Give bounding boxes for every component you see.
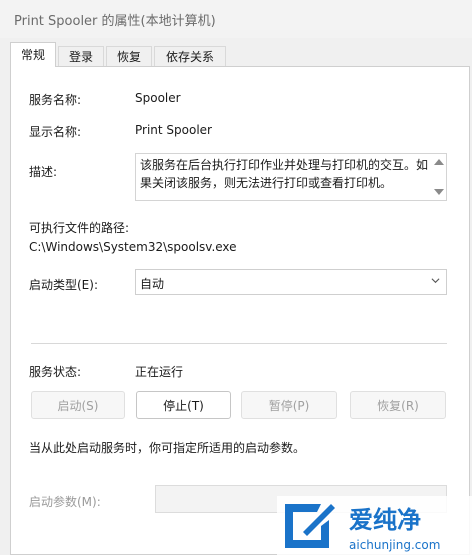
display-name-value[interactable]: Print Spooler: [135, 123, 212, 137]
tab-logon[interactable]: 登录: [58, 46, 104, 67]
description-label: 描述:: [29, 165, 58, 179]
startup-type-select[interactable]: 自动: [135, 269, 447, 295]
window-title: Print Spooler 的属性(本地计算机): [14, 14, 216, 29]
stop-button[interactable]: 停止(T): [136, 391, 231, 419]
description-scrollbar[interactable]: [432, 154, 446, 200]
service-name-label: 服务名称:: [29, 93, 82, 107]
startup-type-value: 自动: [140, 277, 165, 291]
start-button[interactable]: 启动(S): [31, 391, 125, 419]
description-text: 该服务在后台执行打印作业并处理与打印机的交互。如果关闭该服务，则无法进行打印或查…: [140, 158, 429, 190]
chevron-down-icon: [431, 278, 440, 284]
resume-button[interactable]: 恢复(R): [350, 391, 446, 419]
display-name-label: 显示名称:: [29, 125, 82, 139]
exe-path-value[interactable]: C:\Windows\System32\spoolsv.exe: [29, 240, 237, 254]
startup-type-label: 启动类型(E):: [29, 278, 98, 292]
scroll-down-icon[interactable]: [434, 189, 444, 195]
exe-path-label: 可执行文件的路径:: [29, 221, 130, 235]
tab-dependencies[interactable]: 依存关系: [154, 46, 226, 67]
general-panel: 服务名称: Spooler 显示名称: Print Spooler 描述: 该服…: [10, 66, 470, 555]
scroll-up-icon[interactable]: [434, 159, 444, 165]
pause-button[interactable]: 暂停(P): [241, 391, 337, 419]
watermark-logo: 爱纯净 aichunjing.com: [277, 496, 472, 555]
start-params-label: 启动参数(M):: [29, 495, 101, 509]
title-bar: Print Spooler 的属性(本地计算机): [0, 0, 472, 38]
service-status-value: 正在运行: [135, 365, 184, 379]
watermark-emblem-icon: [285, 504, 335, 548]
watermark-brand: 爱纯净: [349, 506, 421, 534]
watermark-url: aichunjing.com: [349, 538, 440, 552]
tab-general[interactable]: 常规: [10, 42, 56, 67]
separator: [31, 343, 447, 344]
start-params-hint: 当从此处启动服务时，你可指定所适用的启动参数。: [29, 441, 306, 455]
properties-dialog: Print Spooler 的属性(本地计算机) 常规 登录 恢复 依存关系 服…: [0, 0, 472, 555]
service-status-label: 服务状态:: [29, 365, 82, 379]
description-box[interactable]: 该服务在后台执行打印作业并处理与打印机的交互。如果关闭该服务，则无法进行打印或查…: [135, 153, 447, 201]
tab-recovery[interactable]: 恢复: [106, 46, 152, 67]
service-name-value[interactable]: Spooler: [135, 91, 181, 105]
